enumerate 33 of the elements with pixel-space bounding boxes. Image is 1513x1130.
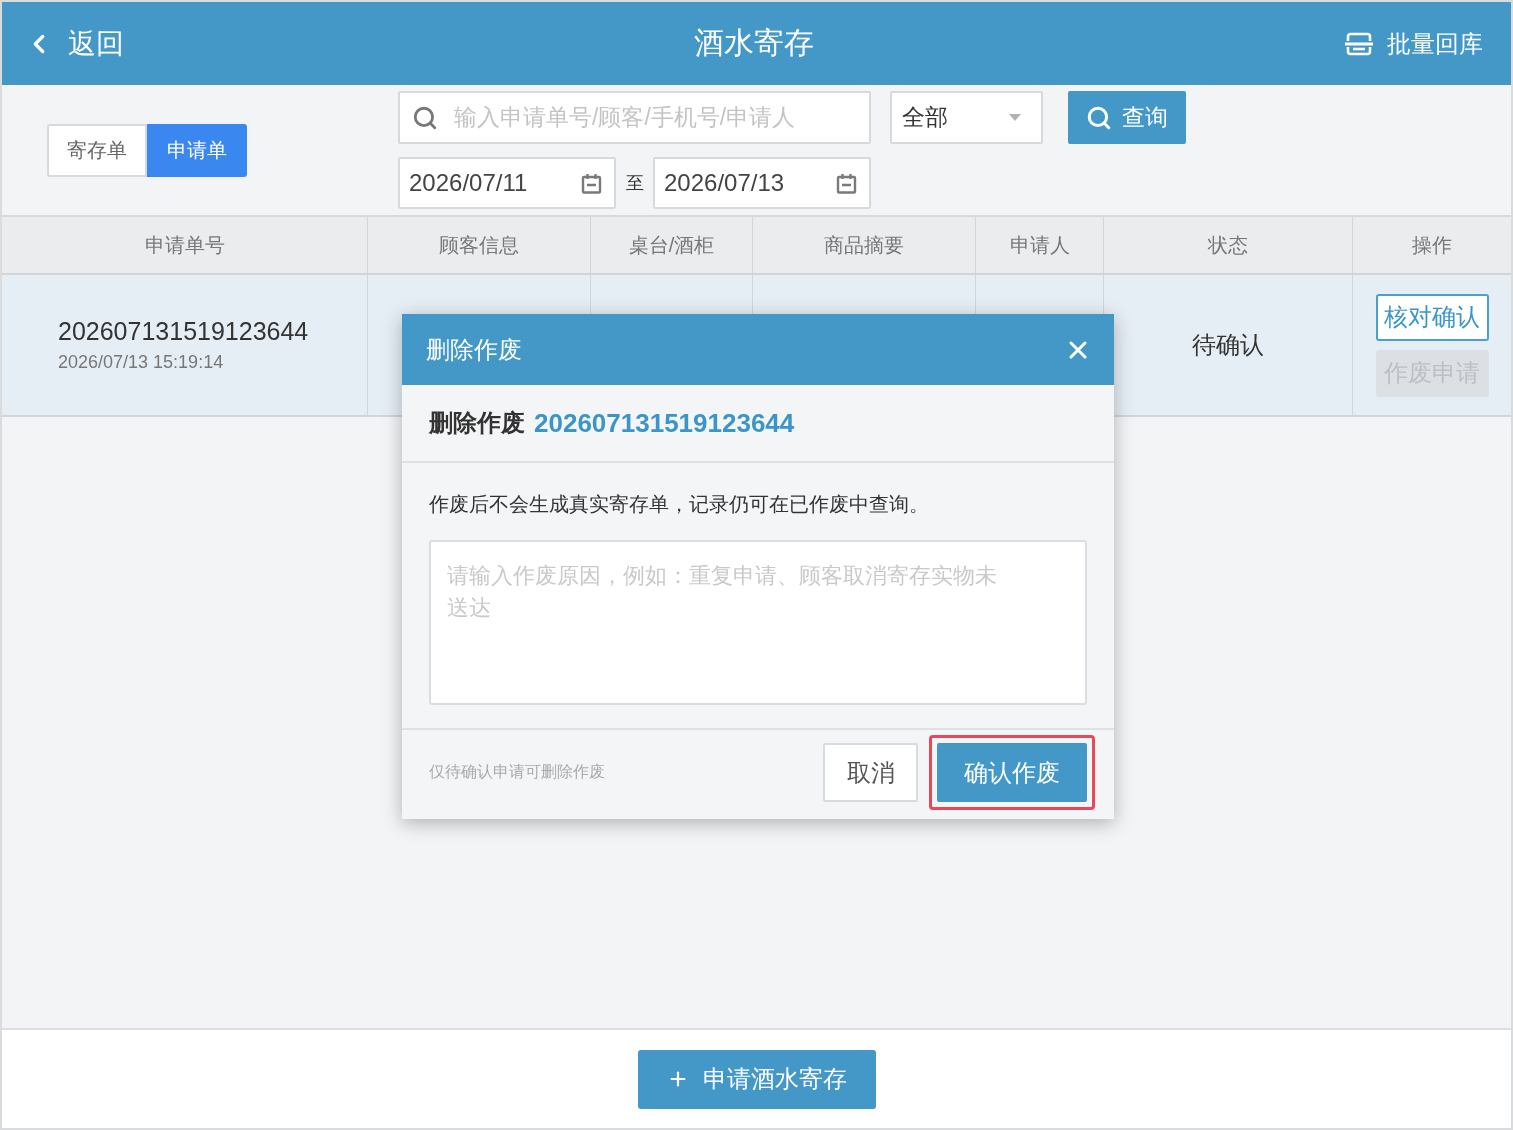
date-field[interactable]: 2026/07/13 (653, 157, 871, 209)
order-time: 2026/07/13 15:19:14 (58, 352, 225, 373)
query-button[interactable]: 查询 (1068, 91, 1186, 144)
add-request-button[interactable]: 申请酒水寄存 (637, 1049, 876, 1109)
calendar-icon (836, 172, 857, 194)
column-header: 桌台/酒柜 (591, 217, 753, 273)
tab[interactable]: 申请单 (147, 123, 247, 177)
dialog-notice: 作废后不会生成真实寄存单，记录仍可在已作废中查询。 (429, 492, 930, 517)
back-button[interactable]: 返回 (24, 24, 124, 63)
column-header: 商品摘要 (753, 217, 976, 273)
tab[interactable]: 寄存单 (47, 123, 147, 177)
status-select[interactable]: 全部 (890, 91, 1043, 144)
dialog-hint: 仅待确认申请可删除作废 (429, 762, 606, 782)
search-icon (1086, 104, 1112, 131)
cancel-button[interactable]: 取消 (823, 743, 918, 802)
verify-confirm-button[interactable]: 核对确认 (1375, 293, 1489, 341)
caret-icon (1009, 114, 1021, 121)
calendar-icon (581, 172, 602, 194)
scanner-icon (1345, 31, 1373, 56)
column-header: 顾客信息 (368, 217, 591, 273)
column-header: 状态 (1104, 217, 1353, 273)
order-number: 202607131519123644 (58, 317, 310, 346)
dialog-title: 删除作废 (426, 334, 522, 365)
date-separator: 至 (624, 172, 645, 195)
confirm-void-button[interactable]: 确认作废 (937, 743, 1087, 802)
date-field[interactable]: 2026/07/11 (398, 157, 616, 209)
search-icon (412, 105, 438, 131)
batch-return-button[interactable]: 批量回库 (1345, 27, 1483, 60)
column-header: 申请单号 (2, 217, 368, 273)
column-header: 申请人 (976, 217, 1104, 273)
page-title: 酒水寄存 (693, 25, 814, 61)
column-header: 操作 (1411, 232, 1453, 258)
search-field[interactable]: 输入申请单号/顾客/手机号/申请人 (398, 91, 871, 144)
